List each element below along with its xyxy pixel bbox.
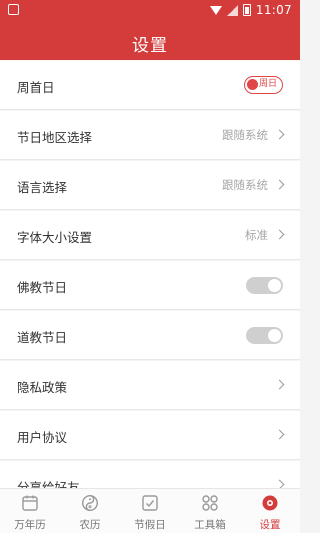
- status-bar-right: 11:07: [209, 3, 292, 17]
- setting-label: 字体大小设置: [17, 230, 93, 245]
- status-time: 11:07: [255, 3, 292, 17]
- tab-label: 工具箱: [194, 519, 226, 531]
- settings-gear-icon: [262, 495, 278, 511]
- tab-label: 设置: [259, 519, 281, 531]
- setting-privacy-policy[interactable]: 隐私政策: [0, 361, 300, 410]
- setting-taoist-festivals[interactable]: 道教节日: [0, 311, 300, 360]
- chevron-right-icon: [274, 179, 285, 190]
- setting-language[interactable]: 语言选择 跟随系统: [0, 161, 300, 210]
- tab-label: 万年历: [14, 519, 46, 531]
- toggle-knob: [268, 279, 281, 292]
- toolbox-grid-icon: [202, 495, 218, 511]
- battery-icon: [242, 4, 251, 16]
- toggle-knob: [247, 79, 258, 90]
- holiday-calendar-icon: [142, 495, 158, 511]
- page-title: 设置: [132, 36, 168, 56]
- buddhist-festivals-toggle[interactable]: [246, 277, 283, 294]
- setting-label: 语言选择: [17, 180, 68, 195]
- yin-yang-icon: [81, 494, 99, 512]
- setting-label: 周首日: [17, 80, 55, 95]
- setting-label: 节日地区选择: [17, 130, 93, 145]
- wifi-icon: [209, 5, 222, 15]
- notification-icon: [8, 4, 19, 15]
- tab-settings[interactable]: 设置: [240, 489, 300, 533]
- setting-label: 道教节日: [17, 330, 68, 345]
- setting-holiday-region[interactable]: 节日地区选择 跟随系统: [0, 111, 300, 160]
- setting-share-friends[interactable]: 分享给好友: [0, 461, 300, 488]
- tab-calendar[interactable]: 万年历: [0, 489, 60, 533]
- setting-font-size[interactable]: 字体大小设置 标准: [0, 211, 300, 260]
- setting-label: 分享给好友: [17, 480, 80, 488]
- tab-label: 节假日: [134, 519, 166, 531]
- toggle-knob: [268, 329, 281, 342]
- week-start-toggle[interactable]: 周日: [244, 76, 283, 94]
- chevron-right-icon: [274, 129, 285, 140]
- signal-icon: [226, 4, 238, 16]
- chevron-right-icon: [274, 379, 285, 390]
- setting-value: 跟随系统: [222, 128, 268, 142]
- setting-label: 隐私政策: [17, 380, 68, 395]
- tab-toolbox[interactable]: 工具箱: [180, 489, 240, 533]
- taoist-festivals-toggle[interactable]: [246, 327, 283, 344]
- toggle-text: 周日: [258, 79, 277, 89]
- setting-value: 跟随系统: [222, 178, 268, 192]
- tab-holidays[interactable]: 节假日: [120, 489, 180, 533]
- setting-label: 用户协议: [17, 430, 68, 445]
- settings-list[interactable]: 周首日 周日 节日地区选择 跟随系统 语言选择 跟随系统 字体大小设置 标准 佛…: [0, 60, 300, 488]
- chevron-right-icon: [274, 429, 285, 440]
- setting-buddhist-festivals[interactable]: 佛教节日: [0, 261, 300, 310]
- calendar-icon: [22, 495, 38, 511]
- page-header: 设置: [0, 22, 300, 60]
- chevron-right-icon: [274, 229, 285, 240]
- status-bar: 11:07: [0, 0, 300, 22]
- setting-user-agreement[interactable]: 用户协议: [0, 411, 300, 460]
- bottom-tab-bar: 万年历 农历 节假日 工具箱 设置: [0, 488, 300, 533]
- chevron-right-icon: [274, 479, 285, 488]
- setting-week-start[interactable]: 周首日 周日: [0, 61, 300, 110]
- setting-value: 标准: [245, 228, 268, 242]
- tab-lunar[interactable]: 农历: [60, 489, 120, 533]
- tab-label: 农历: [79, 519, 101, 531]
- setting-label: 佛教节日: [17, 280, 68, 295]
